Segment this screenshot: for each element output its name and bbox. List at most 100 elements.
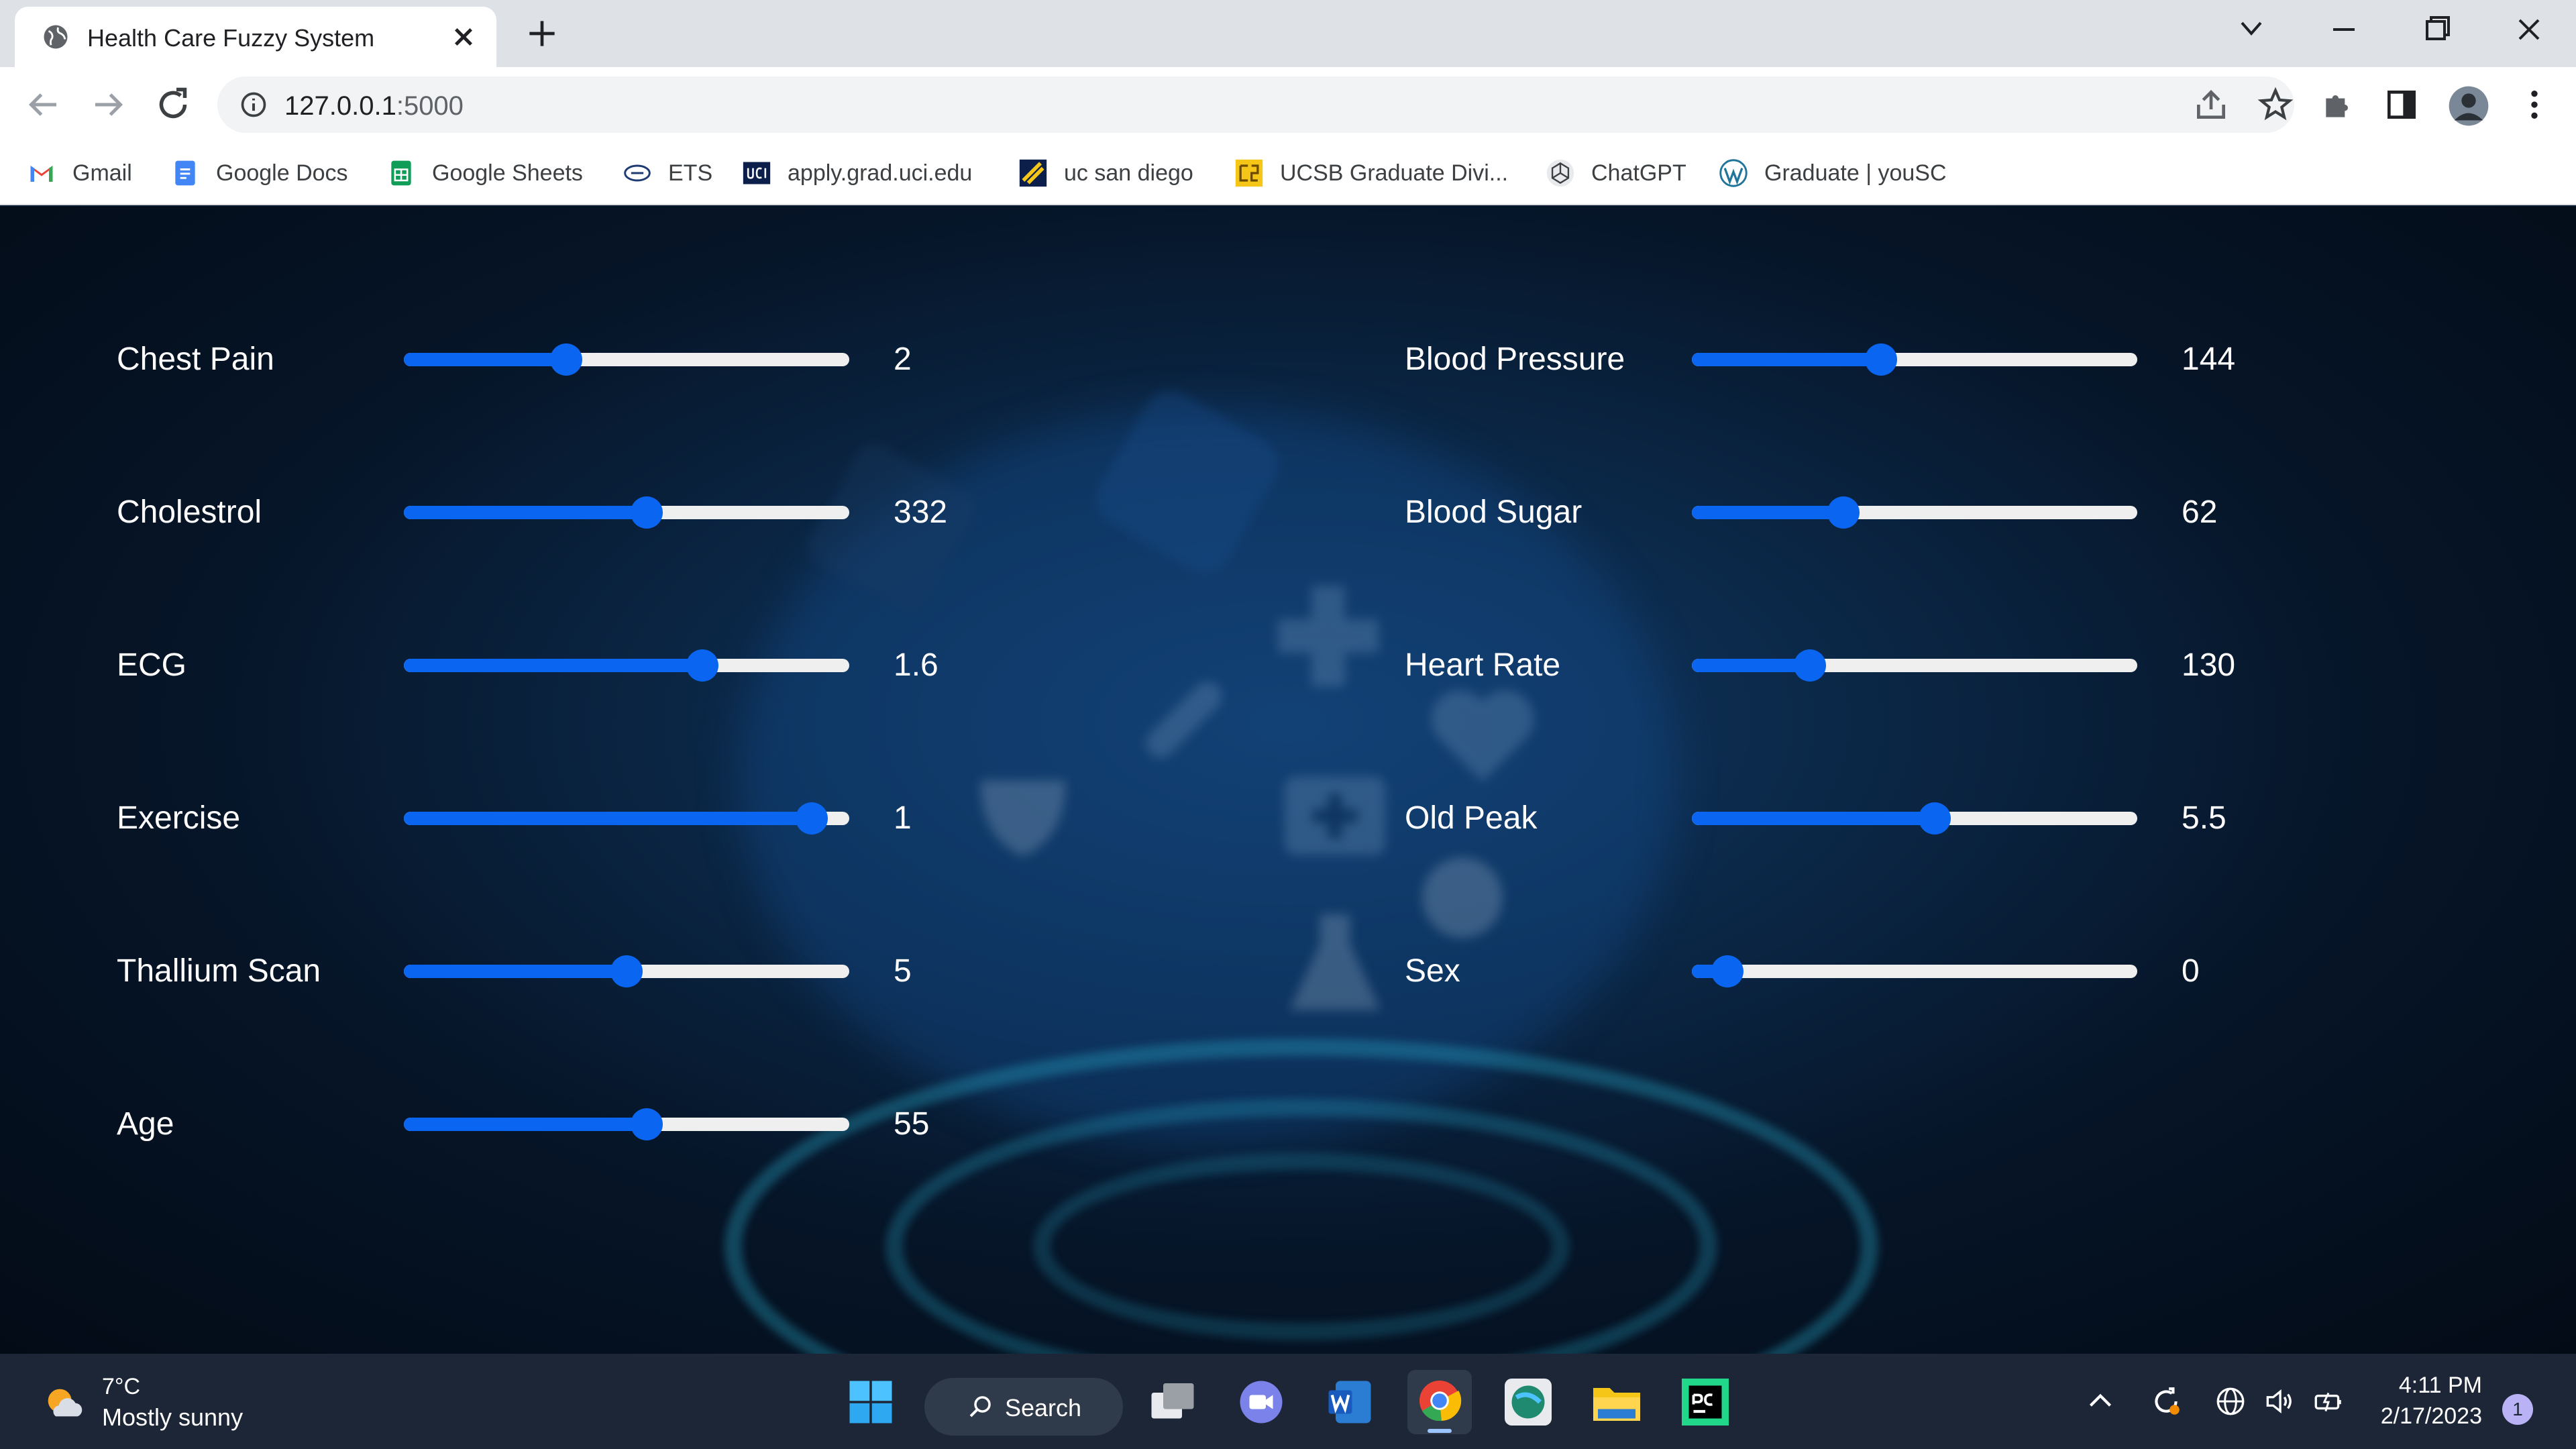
cholestrol-slider[interactable] xyxy=(404,496,849,529)
pycharm-icon[interactable] xyxy=(1677,1374,1733,1430)
bookmark-gmail[interactable]: Gmail xyxy=(27,154,132,192)
slider-thumb[interactable] xyxy=(1919,802,1951,835)
bookmark-label: Gmail xyxy=(72,160,132,186)
network-globe-icon[interactable] xyxy=(2214,1385,2247,1418)
age-slider[interactable] xyxy=(404,1108,849,1140)
slider-thumb[interactable] xyxy=(1865,343,1897,376)
slider-thumb[interactable] xyxy=(631,1108,663,1140)
slider-thumb[interactable] xyxy=(1827,496,1860,529)
bookmark-star-icon[interactable] xyxy=(2257,86,2294,123)
profile-avatar[interactable] xyxy=(2447,85,2490,127)
slider-fill xyxy=(404,353,566,366)
flask-icon xyxy=(1289,914,1381,1010)
bookmark-label: UCSB Graduate Divi... xyxy=(1280,160,1509,186)
search-icon xyxy=(969,1396,991,1417)
side-panel-icon[interactable] xyxy=(2383,86,2420,123)
forward-arrow-icon[interactable] xyxy=(89,85,129,125)
windows-start-icon[interactable] xyxy=(843,1374,899,1430)
slider-thumb[interactable] xyxy=(1711,955,1743,987)
show-hidden-icons-chevron-icon[interactable] xyxy=(2084,1385,2117,1418)
microsoft-word-icon[interactable] xyxy=(1322,1374,1378,1430)
chrome-taskbar-button[interactable] xyxy=(1407,1370,1472,1434)
bookmark-ucsd[interactable]: uc san diego xyxy=(1018,154,1193,192)
parameter-label: Cholestrol xyxy=(117,494,262,530)
new-tab-icon[interactable] xyxy=(523,15,561,52)
slider-thumb[interactable] xyxy=(686,649,718,682)
sex-slider[interactable] xyxy=(1692,955,2137,987)
heart-rate-slider[interactable] xyxy=(1692,649,2137,682)
teams-chat-icon[interactable] xyxy=(1233,1374,1289,1430)
ets-icon xyxy=(624,164,651,182)
partly-sunny-icon xyxy=(48,1389,83,1417)
bookmark-uci[interactable]: apply.grad.uci.edu xyxy=(742,154,972,192)
slider-thumb[interactable] xyxy=(610,955,643,987)
bookmark-graduate-yousc[interactable]: Graduate | youSC xyxy=(1719,154,1947,192)
parameter-value: 55 xyxy=(894,1106,930,1142)
parameter-value: 130 xyxy=(2182,647,2236,683)
bookmark-ets[interactable]: ETS xyxy=(623,154,712,192)
fuzzy-system-page: Chest Pain 2 Cholestrol 332 ECG 1.6 Exer… xyxy=(0,207,2576,1354)
shield-icon xyxy=(980,780,1066,857)
taskbar-search-box[interactable]: Search xyxy=(924,1378,1123,1436)
browser-tab[interactable]: Health Care Fuzzy System xyxy=(15,7,496,67)
volume-icon[interactable] xyxy=(2262,1385,2296,1418)
clock-date: 2/17/2023 xyxy=(2380,1403,2482,1429)
bookmark-label: apply.grad.uci.edu xyxy=(788,160,973,186)
site-info-icon[interactable] xyxy=(239,90,268,119)
more-menu-icon[interactable] xyxy=(2516,86,2553,123)
close-tab-icon[interactable] xyxy=(445,19,482,55)
wordpress-icon xyxy=(1719,159,1748,187)
blood-sugar-slider[interactable] xyxy=(1692,496,2137,529)
bookmark-google-sheets[interactable]: Google Sheets xyxy=(386,154,583,192)
google-sheets-icon xyxy=(391,160,411,186)
slider-thumb[interactable] xyxy=(631,496,663,529)
tab-title: Health Care Fuzzy System xyxy=(87,24,375,52)
first-aid-kit-icon xyxy=(1285,777,1385,855)
close-window-icon[interactable] xyxy=(2502,9,2556,50)
bookmark-label: Graduate | youSC xyxy=(1764,160,1947,186)
tab-search-chevron-icon[interactable] xyxy=(2224,9,2278,50)
clock-time: 4:11 PM xyxy=(2398,1373,2482,1398)
ecg-slider[interactable] xyxy=(404,649,849,682)
bookmark-chatgpt[interactable]: ChatGPT xyxy=(1546,154,1686,192)
parameter-label: Age xyxy=(117,1106,174,1142)
sync-update-icon[interactable] xyxy=(2149,1385,2183,1418)
chest-pain-slider[interactable] xyxy=(404,343,849,376)
address-bar[interactable]: 127.0.0.1:5000 xyxy=(217,76,2294,133)
globe-app-icon[interactable] xyxy=(1500,1374,1556,1430)
parameter-label: Old Peak xyxy=(1405,800,1538,836)
minimize-icon[interactable] xyxy=(2317,9,2371,50)
reload-icon[interactable] xyxy=(153,85,193,125)
file-explorer-icon[interactable] xyxy=(1589,1374,1645,1430)
weather-description: Mostly sunny xyxy=(102,1403,244,1431)
bookmark-ucsb[interactable]: UCSB Graduate Divi... xyxy=(1234,154,1508,192)
slider-fill xyxy=(404,965,627,978)
parameter-value: 5 xyxy=(894,953,912,989)
parameter-label: ECG xyxy=(117,647,187,683)
back-arrow-icon[interactable] xyxy=(23,85,63,125)
windows-taskbar: 7°C Mostly sunny Search 4:11 PM 2/17/202… xyxy=(0,1354,2576,1449)
parameter-value: 1 xyxy=(894,800,912,836)
chrome-icon xyxy=(1419,1381,1462,1421)
slider-fill xyxy=(1692,659,1810,672)
restore-icon[interactable] xyxy=(2410,9,2463,50)
bookmark-label: Google Sheets xyxy=(432,160,583,186)
battery-charging-icon[interactable] xyxy=(2312,1385,2345,1418)
bookmark-google-docs[interactable]: Google Docs xyxy=(170,154,348,192)
extensions-puzzle-icon[interactable] xyxy=(2320,86,2357,123)
task-view-icon[interactable] xyxy=(1144,1374,1201,1430)
parameter-value: 332 xyxy=(894,494,948,530)
slider-thumb[interactable] xyxy=(550,343,582,376)
old-peak-slider[interactable] xyxy=(1692,802,2137,835)
parameter-value: 2 xyxy=(894,341,912,377)
url-text[interactable]: 127.0.0.1:5000 xyxy=(284,91,464,121)
slider-fill xyxy=(404,659,702,672)
slider-thumb[interactable] xyxy=(796,802,828,835)
slider-thumb[interactable] xyxy=(1794,649,1826,682)
notification-badge[interactable]: 1 xyxy=(2502,1394,2533,1425)
share-icon[interactable] xyxy=(2192,86,2230,123)
exercise-slider[interactable] xyxy=(404,802,849,835)
thallium-scan-slider[interactable] xyxy=(404,955,849,987)
blood-pressure-slider[interactable] xyxy=(1692,343,2137,376)
chatgpt-icon xyxy=(1546,159,1574,187)
